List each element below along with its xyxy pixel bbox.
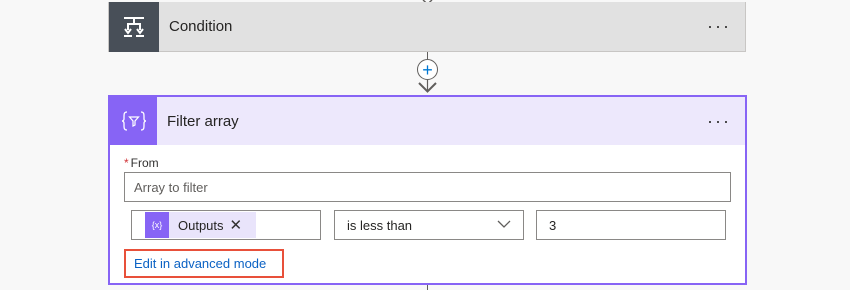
right-operand-value: 3	[549, 217, 557, 233]
from-label: * From	[124, 156, 159, 170]
from-array-input[interactable]: Array to filter	[124, 172, 731, 202]
advanced-link-label: Edit in advanced mode	[134, 256, 267, 271]
operator-dropdown[interactable]: is less than	[334, 210, 524, 240]
filter-array-card: Filter array ··· * From Array to filter {…	[108, 95, 747, 285]
condition-card[interactable]: Condition ···	[108, 1, 746, 52]
connector-line	[427, 52, 428, 59]
filter-array-title: Filter array	[167, 112, 239, 130]
outputs-token[interactable]: {x} Outputs ✕	[145, 212, 256, 238]
left-operand-field[interactable]: {x} Outputs ✕	[131, 210, 321, 240]
filter-array-icon	[110, 97, 157, 145]
add-step-button[interactable]: +	[417, 59, 438, 80]
filter-array-body: * From Array to filter {x} Outputs ✕ is l…	[110, 145, 745, 283]
condition-branch-icon	[109, 1, 159, 52]
plus-icon: +	[422, 59, 433, 80]
chevron-down-icon	[497, 220, 511, 228]
required-mark: *	[124, 156, 129, 170]
right-operand-input[interactable]: 3	[536, 210, 726, 240]
condition-title: Condition	[169, 18, 233, 35]
filter-array-header[interactable]: Filter array ···	[110, 97, 745, 145]
condition-more-button[interactable]: ···	[699, 12, 739, 42]
from-label-text: From	[130, 156, 159, 170]
from-array-placeholder: Array to filter	[134, 179, 208, 195]
token-remove-icon[interactable]: ✕	[230, 216, 243, 234]
operator-value: is less than	[347, 217, 413, 233]
expression-icon: {x}	[145, 212, 169, 238]
edit-advanced-mode-link[interactable]: Edit in advanced mode	[124, 249, 284, 278]
down-arrow-icon	[418, 80, 437, 93]
token-label: Outputs	[178, 217, 224, 233]
connector-line	[427, 285, 428, 290]
filter-array-more-button[interactable]: ···	[699, 106, 739, 136]
